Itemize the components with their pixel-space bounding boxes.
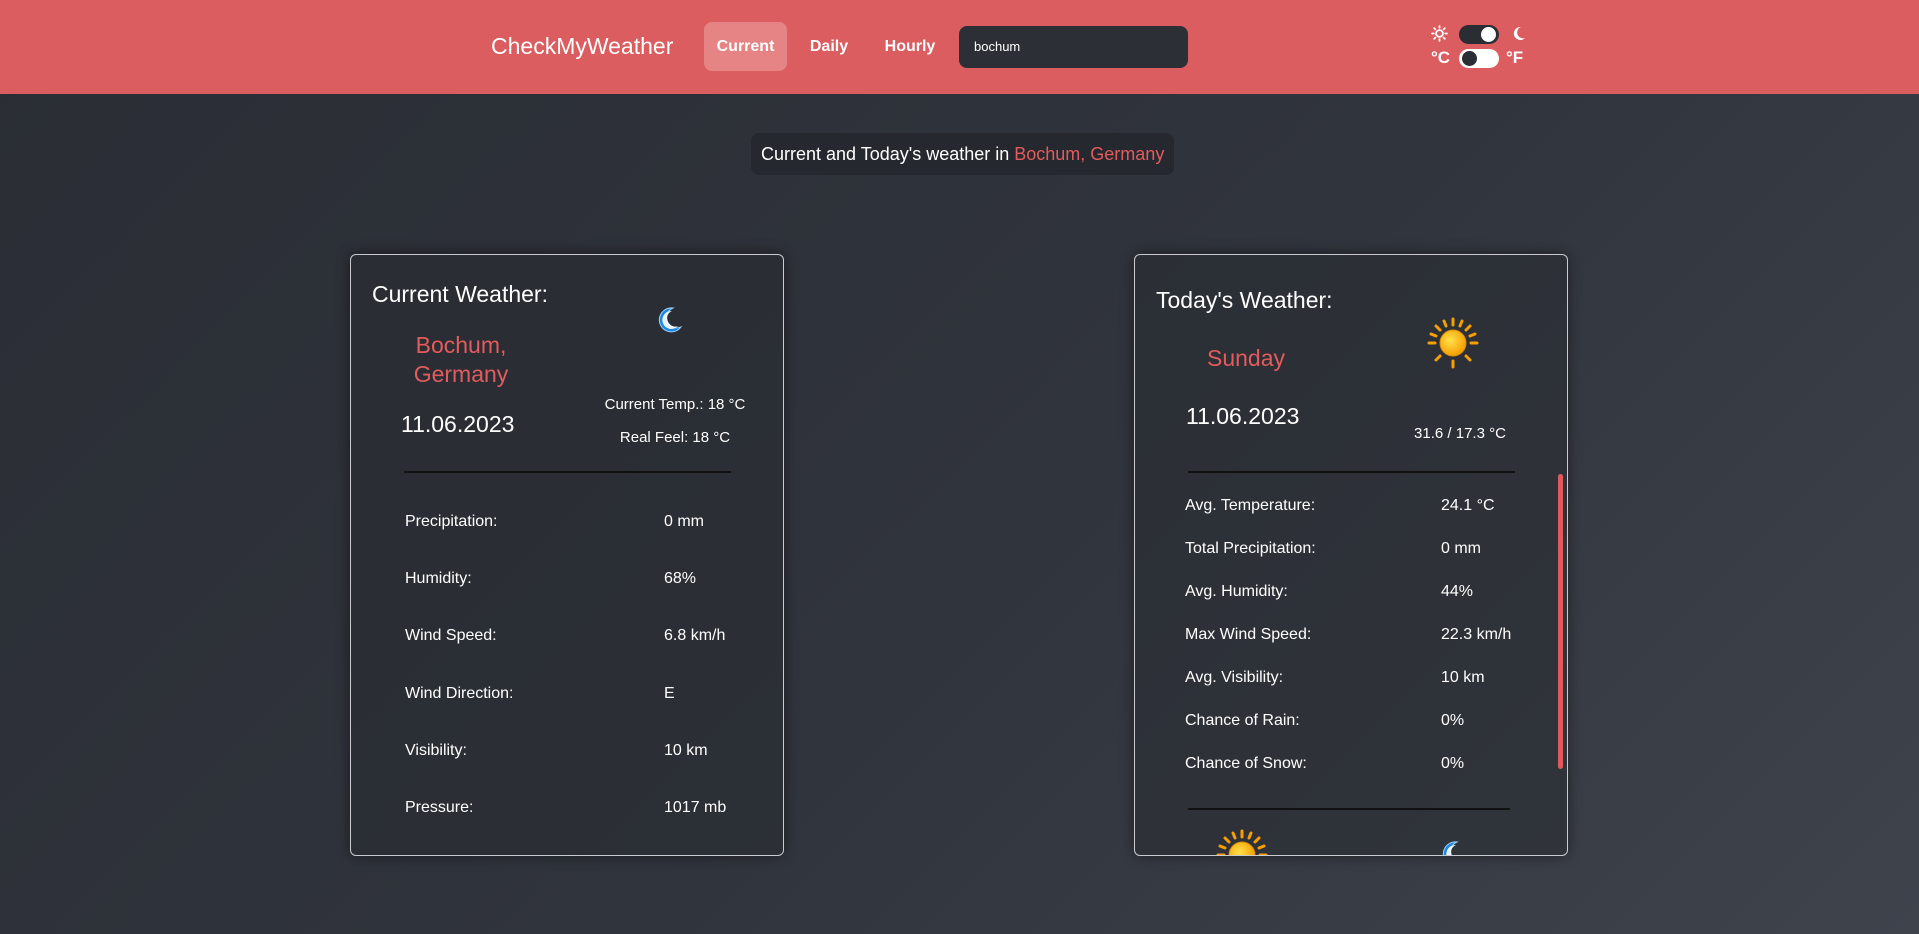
day-name: Sunday bbox=[1207, 345, 1286, 371]
visibility-label: Visibility: bbox=[405, 742, 467, 759]
divider bbox=[404, 471, 731, 473]
subtitle-location: Bochum, Germany bbox=[1014, 144, 1165, 164]
tab-current[interactable]: Current bbox=[704, 22, 787, 71]
fahrenheit-label: °F bbox=[1506, 48, 1524, 67]
card-scrollbar[interactable] bbox=[1558, 474, 1563, 769]
sun-icon bbox=[1431, 25, 1448, 42]
precipitation-value: 0 mm bbox=[664, 513, 704, 530]
sun-icon bbox=[1216, 829, 1268, 855]
wind-speed-value: 6.8 km/h bbox=[664, 627, 726, 644]
visibility-value: 10 km bbox=[664, 742, 708, 759]
avg-visibility-value: 10 km bbox=[1441, 669, 1485, 686]
unit-toggle[interactable] bbox=[1459, 49, 1499, 68]
search-input[interactable]: bochum bbox=[959, 26, 1188, 68]
tab-daily[interactable]: Daily bbox=[799, 22, 859, 71]
celsius-label: °C bbox=[1431, 48, 1451, 67]
wind-direction-value: E bbox=[664, 685, 675, 702]
avg-temperature-value: 24.1 °C bbox=[1441, 497, 1495, 514]
divider bbox=[1188, 808, 1510, 810]
total-precipitation-value: 0 mm bbox=[1441, 540, 1481, 557]
today-date: 11.06.2023 bbox=[1186, 403, 1300, 429]
current-date: 11.06.2023 bbox=[401, 411, 515, 437]
humidity-value: 68% bbox=[664, 570, 697, 587]
temp-range: 31.6 / 17.3 °C bbox=[1414, 425, 1506, 442]
city-name: Bochum, Germany bbox=[371, 331, 551, 389]
avg-temperature-label: Avg. Temperature: bbox=[1185, 497, 1316, 514]
country-line: Germany bbox=[413, 361, 509, 387]
total-precipitation-label: Total Precipitation: bbox=[1185, 540, 1316, 557]
divider bbox=[1188, 471, 1515, 473]
avg-humidity-value: 44% bbox=[1441, 583, 1474, 600]
theme-toggle[interactable] bbox=[1459, 25, 1499, 44]
max-wind-speed-label: Max Wind Speed: bbox=[1185, 626, 1312, 643]
toggle-knob bbox=[1462, 51, 1477, 66]
toggle-knob bbox=[1481, 27, 1496, 42]
precipitation-label: Precipitation: bbox=[405, 513, 498, 530]
avg-humidity-label: Avg. Humidity: bbox=[1185, 583, 1288, 600]
chance-of-rain-value: 0% bbox=[1441, 712, 1465, 729]
todays-weather-card[interactable]: Today's Weather: Sunday 11.06.2023 31.6 … bbox=[1134, 254, 1568, 856]
card-title: Current Weather: bbox=[372, 281, 548, 307]
pressure-value: 1017 mb bbox=[664, 799, 727, 816]
moon-icon bbox=[658, 307, 683, 333]
chance-of-snow-value: 0% bbox=[1441, 755, 1465, 772]
current-weather-card: Current Weather: Bochum, Germany 11.06.2… bbox=[350, 254, 784, 856]
tab-hourly[interactable]: Hourly bbox=[875, 22, 945, 71]
top-navbar: CheckMyWeather Current Daily Hourly boch… bbox=[0, 0, 1919, 94]
brand-logo[interactable]: CheckMyWeather bbox=[491, 33, 673, 60]
wind-direction-label: Wind Direction: bbox=[405, 685, 514, 702]
subtitle-prefix: Current and Today's weather in bbox=[761, 144, 1010, 164]
current-temp: Current Temp.: 18 °C bbox=[604, 396, 746, 413]
card-title: Today's Weather: bbox=[1156, 287, 1333, 313]
real-feel: Real Feel: 18 °C bbox=[619, 429, 731, 446]
max-wind-speed-value: 22.3 km/h bbox=[1441, 626, 1512, 643]
city-line: Bochum, bbox=[415, 332, 507, 358]
chance-of-snow-label: Chance of Snow: bbox=[1185, 755, 1307, 772]
sun-icon bbox=[1427, 317, 1479, 369]
pressure-label: Pressure: bbox=[405, 799, 474, 816]
humidity-label: Humidity: bbox=[405, 570, 472, 587]
location-subtitle: Current and Today's weather in Bochum, G… bbox=[751, 133, 1175, 175]
moon-icon bbox=[1513, 26, 1525, 40]
wind-speed-label: Wind Speed: bbox=[405, 627, 497, 644]
avg-visibility-label: Avg. Visibility: bbox=[1185, 669, 1284, 686]
moon-icon bbox=[1442, 841, 1459, 855]
chance-of-rain-label: Chance of Rain: bbox=[1185, 712, 1300, 729]
